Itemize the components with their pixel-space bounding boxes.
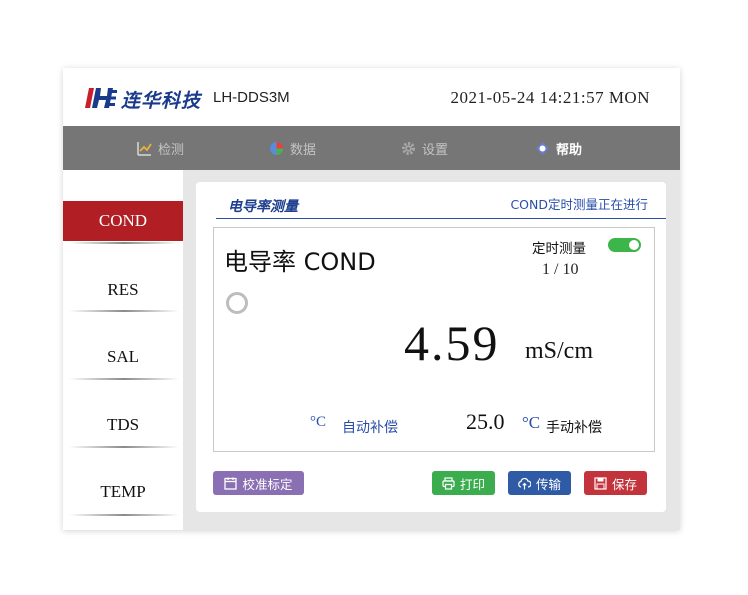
calibrate-button[interactable]: 校准标定 bbox=[213, 471, 304, 495]
measurement-unit: mS/cm bbox=[525, 338, 594, 364]
auto-compensation-label[interactable]: 自动补偿 bbox=[342, 417, 398, 437]
tab-data[interactable]: 数据 bbox=[269, 126, 316, 170]
help-icon bbox=[536, 141, 549, 155]
cloud-upload-icon bbox=[518, 477, 531, 489]
tab-data-label: 数据 bbox=[290, 142, 317, 158]
sidebar-divider bbox=[69, 446, 179, 448]
save-button[interactable]: 保存 bbox=[584, 471, 647, 495]
sidebar-divider bbox=[69, 514, 179, 516]
brand-name: 连华科技 bbox=[121, 90, 202, 112]
calibrate-button-label: 校准标定 bbox=[242, 476, 293, 492]
pie-chart-icon bbox=[270, 141, 283, 155]
toggle-knob bbox=[629, 240, 639, 250]
timer-progress: 1 / 10 bbox=[542, 261, 579, 278]
print-button[interactable]: 打印 bbox=[432, 471, 495, 495]
calendar-icon bbox=[224, 477, 238, 490]
print-button-label: 打印 bbox=[459, 476, 485, 492]
tab-detect[interactable]: 检测 bbox=[137, 126, 184, 170]
stability-indicator-icon bbox=[226, 292, 248, 314]
printer-icon bbox=[442, 476, 455, 490]
manual-compensation-label[interactable]: 手动补偿 bbox=[546, 417, 602, 437]
temperature-value: 25.0 bbox=[466, 409, 505, 434]
parameter-title: 电导率 COND bbox=[224, 248, 376, 276]
sidebar-divider bbox=[69, 310, 179, 312]
send-button[interactable]: 传输 bbox=[508, 471, 571, 495]
sidebar-divider bbox=[69, 242, 179, 244]
tab-settings[interactable]: 设置 bbox=[401, 126, 448, 170]
tab-help-label: 帮助 bbox=[556, 142, 583, 158]
chart-icon bbox=[137, 141, 152, 156]
card-title: 电导率测量 bbox=[228, 199, 298, 215]
title-divider bbox=[216, 218, 666, 219]
top-nav: 检测 数据 设置 帮助 bbox=[63, 126, 680, 170]
timer-label: 定时测量 bbox=[532, 241, 586, 257]
sidebar-item-tds[interactable]: TDS bbox=[63, 405, 183, 445]
measurement-display: 电导率 COND 定时测量 1 / 10 4.59 mS/cm °C 自动补偿 … bbox=[213, 227, 655, 452]
temperature-unit: °C bbox=[522, 413, 541, 432]
send-button-label: 传输 bbox=[535, 476, 561, 492]
measurement-status: COND定时测量正在进行 bbox=[510, 197, 648, 212]
gear-icon bbox=[402, 141, 415, 155]
brand-logo-icon bbox=[85, 88, 117, 108]
save-button-label: 保存 bbox=[611, 476, 637, 492]
sidebar-item-cond[interactable]: COND bbox=[63, 201, 183, 241]
sidebar-item-sal[interactable]: SAL bbox=[63, 337, 183, 377]
sidebar-divider bbox=[69, 378, 179, 380]
device-panel: 连华科技 LH-DDS3M 2021-05-24 14:21:57 MON 检测… bbox=[63, 68, 680, 530]
save-icon bbox=[594, 476, 607, 490]
compensation-unit: °C bbox=[310, 414, 327, 430]
sidebar-item-res[interactable]: RES bbox=[63, 270, 183, 310]
model-name: LH-DDS3M bbox=[213, 89, 290, 106]
tab-help[interactable]: 帮助 bbox=[535, 126, 582, 170]
datetime-display: 2021-05-24 14:21:57 MON bbox=[450, 88, 650, 107]
sidebar: COND RES SAL TDS TEMP bbox=[63, 170, 183, 530]
sidebar-item-temp[interactable]: TEMP bbox=[63, 472, 183, 512]
tab-detect-label: 检测 bbox=[158, 142, 185, 158]
tab-settings-label: 设置 bbox=[422, 142, 449, 158]
measurement-card: 电导率测量 COND定时测量正在进行 电导率 COND 定时测量 1 / 10 … bbox=[196, 182, 666, 512]
header: 连华科技 LH-DDS3M 2021-05-24 14:21:57 MON bbox=[63, 68, 680, 126]
main-content: 电导率测量 COND定时测量正在进行 电导率 COND 定时测量 1 / 10 … bbox=[183, 170, 680, 530]
measurement-value: 4.59 bbox=[404, 315, 500, 371]
timer-toggle[interactable] bbox=[608, 238, 641, 252]
